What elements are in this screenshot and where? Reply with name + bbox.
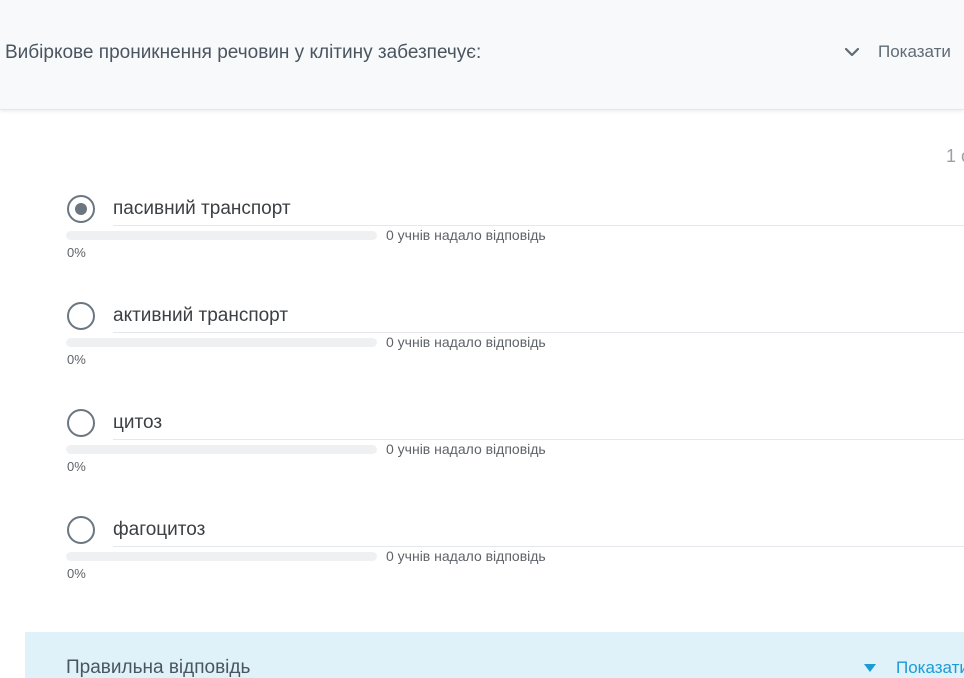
option-progress-bar — [66, 231, 377, 240]
option-percent: 0% — [67, 566, 86, 581]
option-label: фагоцитоз — [113, 519, 206, 540]
show-question-label: Показати — [878, 42, 951, 61]
option-answers-count: 0 учнів надало відповідь — [386, 227, 546, 243]
option-radio[interactable] — [67, 409, 95, 437]
option-label: активний транспорт — [113, 305, 289, 326]
answer-option: фагоцитоз 0 учнів надало відповідь 0% — [0, 516, 964, 596]
option-answers-count: 0 учнів надало відповідь — [386, 548, 546, 564]
show-correct-answer-toggle[interactable]: Показати — [863, 658, 964, 678]
option-divider — [113, 225, 964, 226]
chevron-down-icon — [844, 47, 860, 57]
option-label: цитоз — [113, 412, 163, 433]
option-percent: 0% — [67, 245, 86, 260]
question-title: Вибіркове проникнення речовин у клітину … — [5, 42, 482, 63]
option-divider — [113, 546, 964, 547]
option-answers-count: 0 учнів надало відповідь — [386, 441, 546, 457]
correct-answer-panel: Правильна відповідь Показати — [25, 632, 964, 678]
option-divider — [113, 439, 964, 440]
answer-counter: 1 с — [946, 146, 964, 166]
show-correct-answer-label: Показати — [896, 658, 964, 677]
option-answers-count: 0 учнів надало відповідь — [386, 334, 546, 350]
option-divider — [113, 332, 964, 333]
show-question-toggle[interactable]: Показати — [842, 42, 951, 62]
option-label: пасивний транспорт — [113, 198, 291, 219]
option-progress-bar — [66, 552, 377, 561]
option-progress-bar — [66, 445, 377, 454]
correct-answer-title: Правильна відповідь — [66, 657, 251, 678]
question-header: Вибіркове проникнення речовин у клітину … — [0, 0, 964, 110]
option-radio[interactable] — [67, 302, 95, 330]
triangle-down-icon — [864, 664, 876, 672]
option-percent: 0% — [67, 352, 86, 367]
option-percent: 0% — [67, 459, 86, 474]
option-radio[interactable] — [67, 195, 95, 223]
answer-option: пасивний транспорт 0 учнів надало відпов… — [0, 195, 964, 275]
option-progress-bar — [66, 338, 377, 347]
option-radio[interactable] — [67, 516, 95, 544]
poll-results-page: Вибіркове проникнення речовин у клітину … — [0, 0, 964, 678]
answer-option: активний транспорт 0 учнів надало відпов… — [0, 302, 964, 382]
answer-option: цитоз 0 учнів надало відповідь 0% — [0, 409, 964, 489]
